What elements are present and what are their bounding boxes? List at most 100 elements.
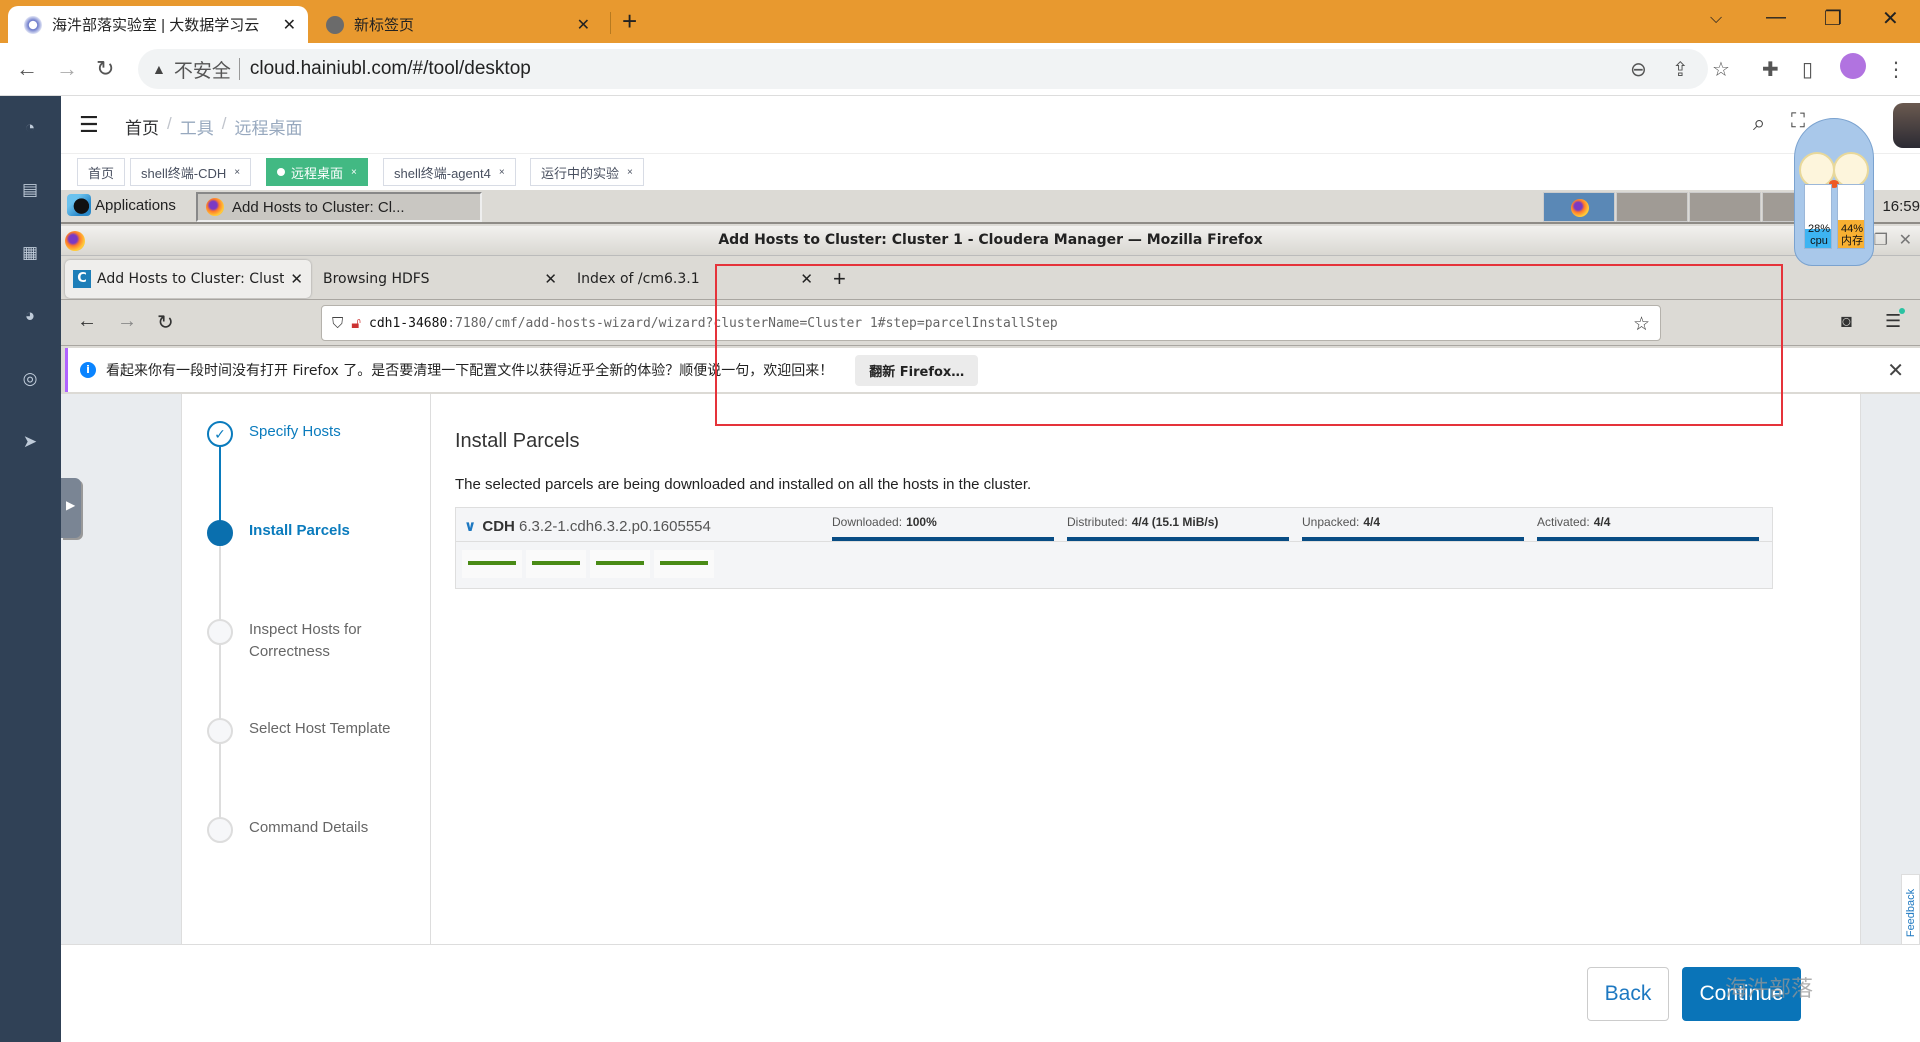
app-menu-icon[interactable]: ☰ [1885,311,1901,332]
feedback-tab[interactable]: Feedback [1901,874,1920,954]
parcel-toggle[interactable]: ∨ CDH 6.3.2-1.cdh6.3.2.p0.1605554 [464,517,711,535]
step-inspect-hosts: Inspect Hosts for Correctness [207,619,399,663]
close-tag-icon[interactable]: × [234,167,240,178]
minimize-icon[interactable]: — [1766,6,1786,29]
tag-shell-cdh[interactable]: shell终端-CDH × [130,158,252,186]
parcel-header: ∨ CDH 6.3.2-1.cdh6.3.2.p0.1605554 Downlo… [456,508,1772,542]
tag-label: shell终端-CDH [141,165,227,181]
host-status-bar[interactable] [462,550,522,578]
close-tab-icon[interactable]: ✕ [544,270,557,288]
close-tab-icon[interactable]: ✕ [800,270,813,288]
close-window-icon[interactable]: ✕ [1899,230,1912,250]
tag-home[interactable]: 首页 [77,158,126,186]
cloudera-page: ✓ Specify Hosts Install Parcels Inspect … [61,394,1920,1042]
close-tab-icon[interactable]: ✕ [577,15,590,35]
host-ok-indicator [532,561,580,565]
workspace-1[interactable] [1543,192,1615,222]
new-tab-button[interactable]: + [833,266,846,292]
lifebuoy-icon[interactable]: ◎ [20,369,40,389]
close-tab-icon[interactable]: ✕ [290,270,303,288]
tracking-shield-icon[interactable]: ⛉ [332,314,343,332]
breadcrumb: 首页 / 工具 / 远程桌面 [125,114,302,139]
side-panel-icon[interactable]: ▯ [1802,57,1813,82]
tag-remote-desktop[interactable]: 远程桌面 × [266,158,368,186]
apps-grid-icon[interactable]: ▦ [20,243,40,263]
forward-icon[interactable]: → [117,310,137,333]
remote-desktop-view[interactable]: Applications Add Hosts to Cluster: Cl...… [61,190,1920,1042]
send-icon[interactable]: ➤ [20,432,40,452]
refresh-firefox-button[interactable]: 翻新 Firefox… [855,354,979,386]
globe-icon [326,15,344,34]
host-status-bar[interactable] [526,550,586,578]
workspace-3[interactable] [1689,192,1761,222]
close-tag-icon[interactable]: × [627,167,633,178]
share-icon[interactable]: ⇪ [1672,57,1689,82]
window-title: Add Hosts to Cluster: Cluster 1 - Cloude… [718,232,1263,248]
applications-menu[interactable]: Applications [67,194,176,216]
breadcrumb-remote-desktop: 远程桌面 [234,119,303,138]
menu-toggle-icon[interactable]: ☰ [79,112,99,138]
forward-icon[interactable]: → [56,56,78,82]
profile-avatar-icon[interactable] [1840,53,1866,79]
browser-tab-bar: 海汼部落实验室 | 大数据学习云 ✕ 新标签页 ✕ + ⌵ — ❐ ✕ [0,0,1920,43]
notification-bar: i 看起来你有一段时间没有打开 Firefox 了。是否要清理一下配置文件以获得… [65,348,1920,392]
pocket-icon[interactable]: ◙ [1841,311,1852,332]
step-install-parcels[interactable]: Install Parcels [207,520,399,546]
zoom-out-icon[interactable]: ⊖ [1630,57,1647,82]
progress-track [1302,537,1524,541]
close-icon[interactable]: ✕ [1887,358,1904,382]
url-text[interactable]: cloud.hainiubl.com/#/tool/desktop [250,58,531,80]
resource-monitor-widget[interactable]: 28% cpu 44% 内存 [1786,118,1882,266]
tab-divider [610,12,611,34]
browser-tab-new[interactable]: 新标签页 ✕ [312,6,602,43]
bookmark-star-icon[interactable]: ☆ [1633,313,1650,335]
browser-tab-active[interactable]: 海汼部落实验室 | 大数据学习云 ✕ [8,6,308,43]
stage-activated: Activated: 4/4 [1537,515,1759,541]
stage-label: Unpacked: [1302,515,1360,529]
back-icon[interactable]: ← [16,56,38,82]
workspace-2[interactable] [1616,192,1688,222]
breadcrumb-separator: / [167,114,172,133]
address-bar[interactable]: ▲ 不安全 cloud.hainiubl.com/#/tool/desktop [138,49,1708,89]
restore-icon[interactable]: ❐ [1824,6,1842,31]
tag-running-experiments[interactable]: 运行中的实验 × [530,158,644,186]
firefox-tab[interactable]: Browsing HDFS ✕ [315,260,565,298]
dashboard-icon[interactable]: ◔ [20,118,40,138]
search-icon[interactable]: ⌕ [1753,110,1765,136]
progress-track [1537,537,1759,541]
back-icon[interactable]: ← [77,310,97,333]
breadcrumb-home[interactable]: 首页 [125,114,159,139]
pending-step-icon [207,817,233,843]
firefox-tab[interactable]: Index of /cm6.3.1 ✕ [569,260,821,298]
host-status-bar[interactable] [590,550,650,578]
user-avatar[interactable] [1893,103,1920,148]
document-icon[interactable]: ▤ [20,180,40,200]
bookmark-star-icon[interactable]: ☆ [1712,57,1730,82]
insecure-lock-icon[interactable]: 🔓︎ [351,314,361,332]
globe-icon[interactable]: ◕ [20,306,40,326]
stage-distributed: Distributed: 4/4 (15.1 MiB/s) [1067,515,1289,541]
taskbar-window-button[interactable]: Add Hosts to Cluster: Cl... [196,192,482,222]
new-tab-button[interactable]: + [622,8,637,34]
tab-title: Index of /cm6.3.1 [577,271,700,287]
reload-icon[interactable]: ↻ [157,310,174,335]
desktop-drawer-handle[interactable]: ▶ [61,478,81,538]
extensions-icon[interactable]: ✚ [1762,57,1779,82]
close-tab-icon[interactable]: ✕ [283,15,296,35]
firefox-tab-active[interactable]: C Add Hosts to Cluster: Clust ✕ [65,260,311,298]
tab-title: Browsing HDFS [323,271,430,287]
tag-shell-agent4[interactable]: shell终端-agent4 × [383,158,516,186]
firefox-url-bar[interactable]: ⛉ 🔓︎ cdh1-34680 :7180/cmf/add-hosts-wiza… [321,305,1661,341]
divider [238,58,240,80]
step-specify-hosts[interactable]: ✓ Specify Hosts [207,421,399,447]
close-tag-icon[interactable]: × [499,167,505,178]
page-title: Install Parcels [455,430,580,452]
menu-kebab-icon[interactable]: ⋮ [1886,57,1906,82]
close-tag-icon[interactable]: × [351,167,357,178]
close-window-icon[interactable]: ✕ [1882,6,1899,31]
back-button[interactable]: Back [1587,967,1669,1021]
tab-search-chevron-icon[interactable]: ⌵ [1710,10,1722,28]
reload-icon[interactable]: ↻ [96,56,114,82]
play-icon: ▶ [66,498,76,512]
host-status-bar[interactable] [654,550,714,578]
